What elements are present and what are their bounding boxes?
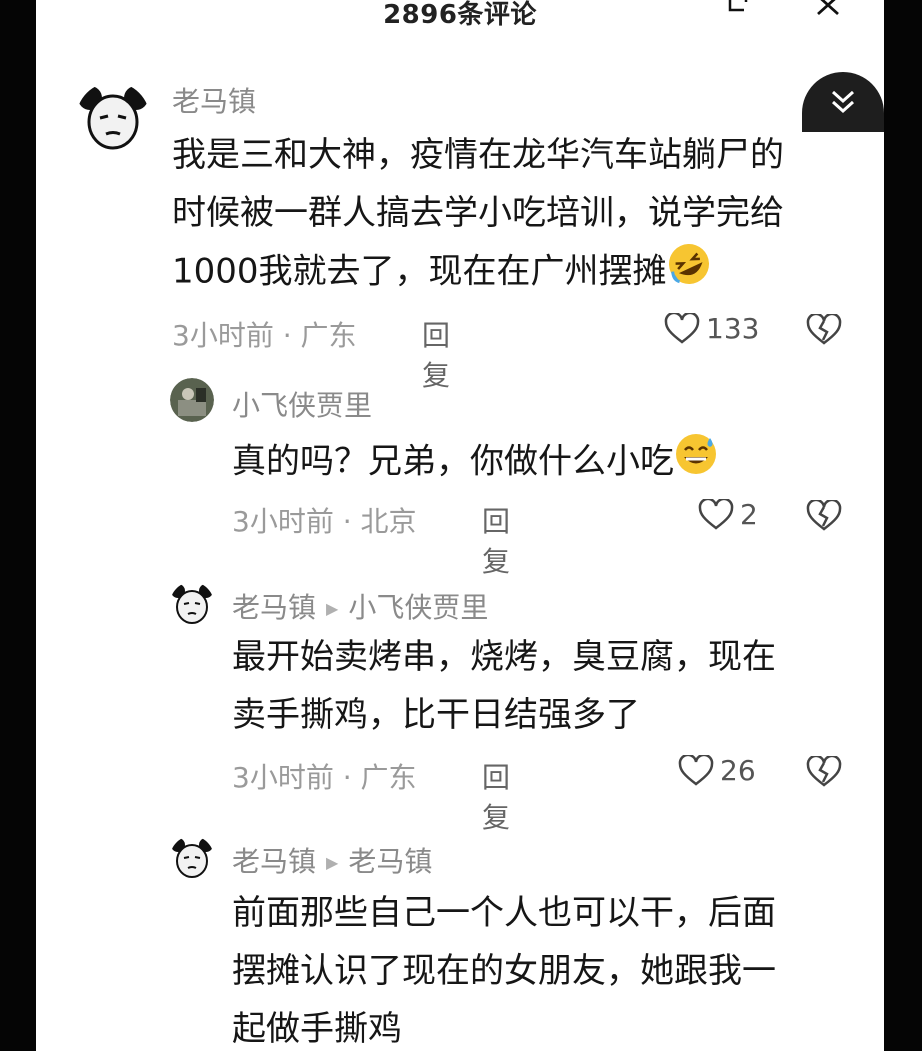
reply-arrow-icon: ▶ bbox=[326, 599, 339, 618]
dislike-button[interactable] bbox=[806, 312, 842, 350]
dislike-button[interactable] bbox=[806, 498, 842, 536]
broken-heart-icon bbox=[806, 498, 842, 531]
reply-author[interactable]: 老马镇 bbox=[232, 845, 316, 878]
close-icon[interactable] bbox=[808, 0, 848, 24]
heart-icon bbox=[678, 754, 714, 786]
broken-heart-icon bbox=[806, 754, 842, 787]
avatar[interactable] bbox=[76, 82, 150, 156]
avatar[interactable] bbox=[170, 582, 214, 626]
like-button[interactable]: 26 bbox=[678, 754, 756, 787]
double-chevron-down-icon bbox=[831, 90, 855, 114]
comment-username[interactable]: 老马镇 bbox=[172, 80, 256, 120]
reply-button[interactable]: 回复 bbox=[482, 500, 510, 580]
collapse-replies-button[interactable] bbox=[802, 72, 884, 132]
comments-sheet: 2896条评论 老马镇 我是三和大神，疫情在龙华汽车站躺尸的 时候被一群人搞去学… bbox=[36, 0, 884, 1051]
comment-text-line: 1000我就去了，现在在广州摆摊 bbox=[172, 242, 872, 304]
reply-text: 最开始卖烤串，烧烤，臭豆腐，现在 卖手撕鸡，比干日结强多了 bbox=[232, 628, 872, 744]
reply-username: 老马镇 ▶ 小飞侠贾里 bbox=[232, 586, 488, 626]
reply-text-line: 卖手撕鸡，比干日结强多了 bbox=[232, 695, 640, 735]
reply-time-location: 3小时前 · 北京 bbox=[232, 505, 417, 538]
like-button[interactable]: 133 bbox=[664, 312, 759, 345]
reply-text: 前面那些自己一个人也可以干，后面 摆摊认识了现在的女朋友，她跟我一 起做手撕鸡 bbox=[232, 884, 872, 1058]
reply-text-line: 起做手撕鸡 bbox=[232, 1009, 402, 1049]
reply-username[interactable]: 小飞侠贾里 bbox=[232, 384, 372, 424]
reply-text-line: 真的吗？兄弟，你做什么小吃 bbox=[232, 432, 852, 494]
broken-heart-icon bbox=[806, 312, 842, 345]
reply-author[interactable]: 老马镇 bbox=[232, 591, 316, 624]
avatar[interactable] bbox=[170, 378, 214, 422]
reply-button[interactable]: 回复 bbox=[482, 756, 510, 836]
reply-text-line: 前面那些自己一个人也可以干，后面 bbox=[232, 893, 776, 933]
expand-icon[interactable] bbox=[718, 0, 758, 24]
reply-target[interactable]: 老马镇 bbox=[348, 845, 432, 878]
comment-text-line: 我是三和大神，疫情在龙华汽车站躺尸的 bbox=[172, 135, 784, 175]
reply-arrow-icon: ▶ bbox=[326, 853, 339, 872]
comment-time-location: 3小时前 · 广东 bbox=[172, 319, 357, 352]
avatar[interactable] bbox=[170, 836, 214, 880]
reply-text: 真的吗？兄弟，你做什么小吃 bbox=[232, 432, 852, 494]
reply-button[interactable]: 回复 bbox=[422, 314, 450, 394]
heart-icon bbox=[664, 312, 700, 344]
reply-text-line: 最开始卖烤串，烧烤，臭豆腐，现在 bbox=[232, 637, 776, 677]
right-frame bbox=[884, 0, 922, 1051]
left-frame bbox=[0, 0, 36, 1051]
reply-username: 老马镇 ▶ 老马镇 bbox=[232, 840, 432, 880]
reply-text-line: 摆摊认识了现在的女朋友，她跟我一 bbox=[232, 951, 776, 991]
reply-time-location: 3小时前 · 广东 bbox=[232, 761, 417, 794]
reply-target[interactable]: 小飞侠贾里 bbox=[348, 591, 488, 624]
sweat-smile-emoji bbox=[674, 432, 718, 494]
comment-text-line: 时候被一群人搞去学小吃培训，说学完给 bbox=[172, 193, 784, 233]
comment-text: 我是三和大神，疫情在龙华汽车站躺尸的 时候被一群人搞去学小吃培训，说学完给 10… bbox=[172, 126, 872, 304]
like-button[interactable]: 2 bbox=[698, 498, 758, 531]
heart-icon bbox=[698, 498, 734, 530]
like-count: 26 bbox=[720, 754, 756, 787]
like-count: 133 bbox=[706, 312, 760, 345]
like-count: 2 bbox=[740, 498, 758, 531]
dislike-button[interactable] bbox=[806, 754, 842, 792]
rolling-laughing-emoji bbox=[667, 242, 711, 304]
